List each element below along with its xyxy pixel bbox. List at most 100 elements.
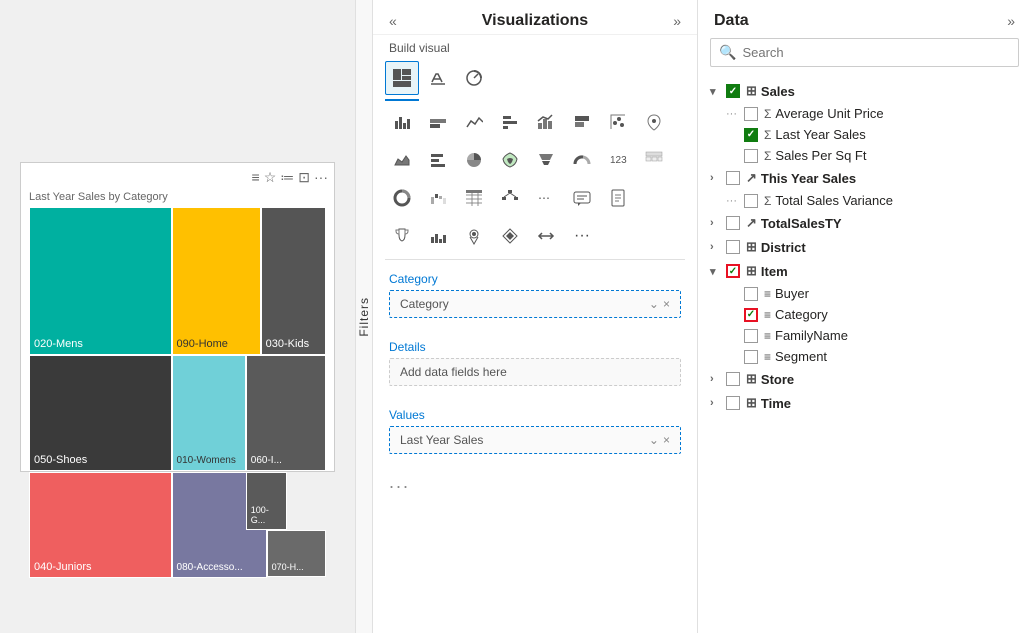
viz-icon-map[interactable] xyxy=(637,105,671,139)
treemap-cell-100g[interactable]: 100-G... xyxy=(246,472,288,530)
values-field-drop[interactable]: Last Year Sales ⌄ × xyxy=(389,426,681,454)
viz-icon-bar[interactable] xyxy=(385,105,419,139)
viz-icon-area[interactable] xyxy=(385,143,419,177)
tree-item-store[interactable]: › ⊞ Store xyxy=(698,367,1031,391)
values-close-icon[interactable]: × xyxy=(663,433,670,447)
tree-item-district[interactable]: › ⊞ District xyxy=(698,235,1031,259)
total-sales-ty-checkbox[interactable] xyxy=(726,216,740,230)
district-expand-icon[interactable]: › xyxy=(710,241,726,253)
viz-icon-100pct[interactable] xyxy=(565,105,599,139)
viz-icon-scatter[interactable] xyxy=(601,105,635,139)
viz-icon-filled-map[interactable] xyxy=(493,143,527,177)
chart-pin-icon[interactable]: ☆ xyxy=(264,169,277,186)
tree-item-family-name[interactable]: ≡ FamilyName xyxy=(698,325,1031,346)
viz-icon-format[interactable] xyxy=(421,61,455,95)
avg-unit-price-checkbox[interactable] xyxy=(744,107,758,121)
this-year-sales-checkbox[interactable] xyxy=(726,171,740,185)
store-expand-icon[interactable]: › xyxy=(710,373,726,385)
viz-icon-gauge[interactable] xyxy=(565,143,599,177)
tree-item-total-sales-variance[interactable]: ··· Σ Total Sales Variance xyxy=(698,190,1031,211)
tree-item-sales-per-sq-ft[interactable]: Σ Sales Per Sq Ft xyxy=(698,145,1031,166)
tree-item-last-year-sales[interactable]: ✓ Σ Last Year Sales xyxy=(698,124,1031,145)
chart-more-icon[interactable]: ··· xyxy=(314,169,328,185)
tree-item-category[interactable]: ✓ ≡ Category xyxy=(698,304,1031,325)
viz-icon-combo[interactable] xyxy=(529,105,563,139)
item-checkbox[interactable]: ✓ xyxy=(726,264,740,278)
viz-icon-bar2[interactable] xyxy=(493,105,527,139)
tree-item-time[interactable]: › ⊞ Time xyxy=(698,391,1031,415)
avg-price-dots: ··· xyxy=(726,108,742,120)
tree-item-this-year-sales[interactable]: › ↗ This Year Sales xyxy=(698,166,1031,190)
viz-icon-kpi[interactable]: 123 xyxy=(601,143,635,177)
total-sales-variance-checkbox[interactable] xyxy=(744,194,758,208)
viz-icon-diamond[interactable] xyxy=(493,219,527,253)
tree-item-sales[interactable]: ▾ ✓ ⊞ Sales xyxy=(698,79,1031,103)
tree-item-item[interactable]: ▾ ✓ ⊞ Item xyxy=(698,259,1031,283)
details-field-drop[interactable]: Add data fields here xyxy=(389,358,681,386)
category-field-drop[interactable]: Category ⌄ × xyxy=(389,290,681,318)
item-expand-icon[interactable]: ▾ xyxy=(710,265,726,278)
viz-collapse-right-icon[interactable]: » xyxy=(673,13,681,29)
viz-icon-treemap[interactable] xyxy=(385,61,419,95)
viz-icon-bar-small[interactable] xyxy=(421,219,455,253)
viz-icon-pie[interactable] xyxy=(457,143,491,177)
this-year-sales-expand-icon[interactable]: › xyxy=(710,172,726,184)
viz-icon-decomp[interactable] xyxy=(493,181,527,215)
segment-checkbox[interactable] xyxy=(744,350,758,364)
tree-item-buyer[interactable]: ≡ Buyer xyxy=(698,283,1031,304)
treemap-cell-060i[interactable]: 060-I... xyxy=(246,355,326,472)
viz-icon-trophy[interactable] xyxy=(385,219,419,253)
viz-icon-waterfall[interactable] xyxy=(421,181,455,215)
more-dots[interactable]: ... xyxy=(373,468,697,497)
sales-per-sq-ft-checkbox[interactable] xyxy=(744,149,758,163)
viz-collapse-left-icon[interactable]: « xyxy=(389,13,397,29)
filters-label[interactable]: Filters xyxy=(357,297,371,337)
viz-icon-donut[interactable] xyxy=(385,181,419,215)
viz-icon-ai[interactable]: ⋯ xyxy=(529,181,563,215)
total-sales-ty-expand-icon[interactable]: › xyxy=(710,217,726,229)
viz-icon-line[interactable] xyxy=(457,105,491,139)
viz-icon-more[interactable]: ··· xyxy=(565,219,599,253)
viz-icon-hbar[interactable] xyxy=(421,143,455,177)
chart-expand-icon[interactable]: ⊡ xyxy=(298,169,310,186)
buyer-checkbox[interactable] xyxy=(744,287,758,301)
treemap-cell-040juniors[interactable]: 040-Juniors xyxy=(29,472,172,578)
data-panel-expand-icon[interactable]: » xyxy=(1007,13,1015,29)
tree-item-avg-unit-price[interactable]: ··· Σ Average Unit Price xyxy=(698,103,1031,124)
treemap-cell-010womens[interactable]: 010-Womens xyxy=(172,355,246,472)
viz-icon-stacked-bar[interactable] xyxy=(421,105,455,139)
tree-item-segment[interactable]: ≡ Segment xyxy=(698,346,1031,367)
category-close-icon[interactable]: × xyxy=(663,297,670,311)
treemap-cell-050shoes[interactable]: 050-Shoes xyxy=(29,355,172,472)
viz-icon-analytics[interactable] xyxy=(457,61,491,95)
treemap-cell-090home[interactable]: 090-Home xyxy=(172,207,261,355)
last-year-sales-checkbox[interactable]: ✓ xyxy=(744,128,758,142)
family-name-checkbox[interactable] xyxy=(744,329,758,343)
viz-icon-matrix[interactable] xyxy=(637,143,671,177)
category-item-checkbox[interactable]: ✓ xyxy=(744,308,758,322)
viz-icon-page[interactable] xyxy=(601,181,635,215)
viz-icon-chat[interactable] xyxy=(565,181,599,215)
tree-item-total-sales-ty[interactable]: › ↗ TotalSalesTY xyxy=(698,211,1031,235)
chart-menu-icon[interactable]: ≡ xyxy=(252,169,260,185)
district-checkbox[interactable] xyxy=(726,240,740,254)
values-field-value: Last Year Sales xyxy=(400,433,483,447)
time-expand-icon[interactable]: › xyxy=(710,397,726,409)
time-checkbox[interactable] xyxy=(726,396,740,410)
viz-icon-location[interactable] xyxy=(457,219,491,253)
category-chevron-icon[interactable]: ⌄ xyxy=(649,297,659,311)
viz-icon-arrows[interactable] xyxy=(529,219,563,253)
viz-icon-table[interactable] xyxy=(457,181,491,215)
search-box[interactable]: 🔍 xyxy=(710,38,1019,67)
treemap-cell-020mens[interactable]: 020-Mens xyxy=(29,207,172,355)
chart-filter-icon[interactable]: ≔ xyxy=(280,169,294,186)
sales-expand-icon[interactable]: ▾ xyxy=(710,85,726,98)
treemap-cell-070h[interactable]: 070-H... xyxy=(267,530,326,578)
avg-price-sigma-icon: Σ xyxy=(764,107,771,121)
sales-checkbox[interactable]: ✓ xyxy=(726,84,740,98)
viz-icon-funnel[interactable] xyxy=(529,143,563,177)
store-checkbox[interactable] xyxy=(726,372,740,386)
search-input[interactable] xyxy=(742,45,1010,60)
treemap-cell-030kids[interactable]: 030-Kids xyxy=(261,207,326,355)
values-chevron-icon[interactable]: ⌄ xyxy=(649,433,659,447)
